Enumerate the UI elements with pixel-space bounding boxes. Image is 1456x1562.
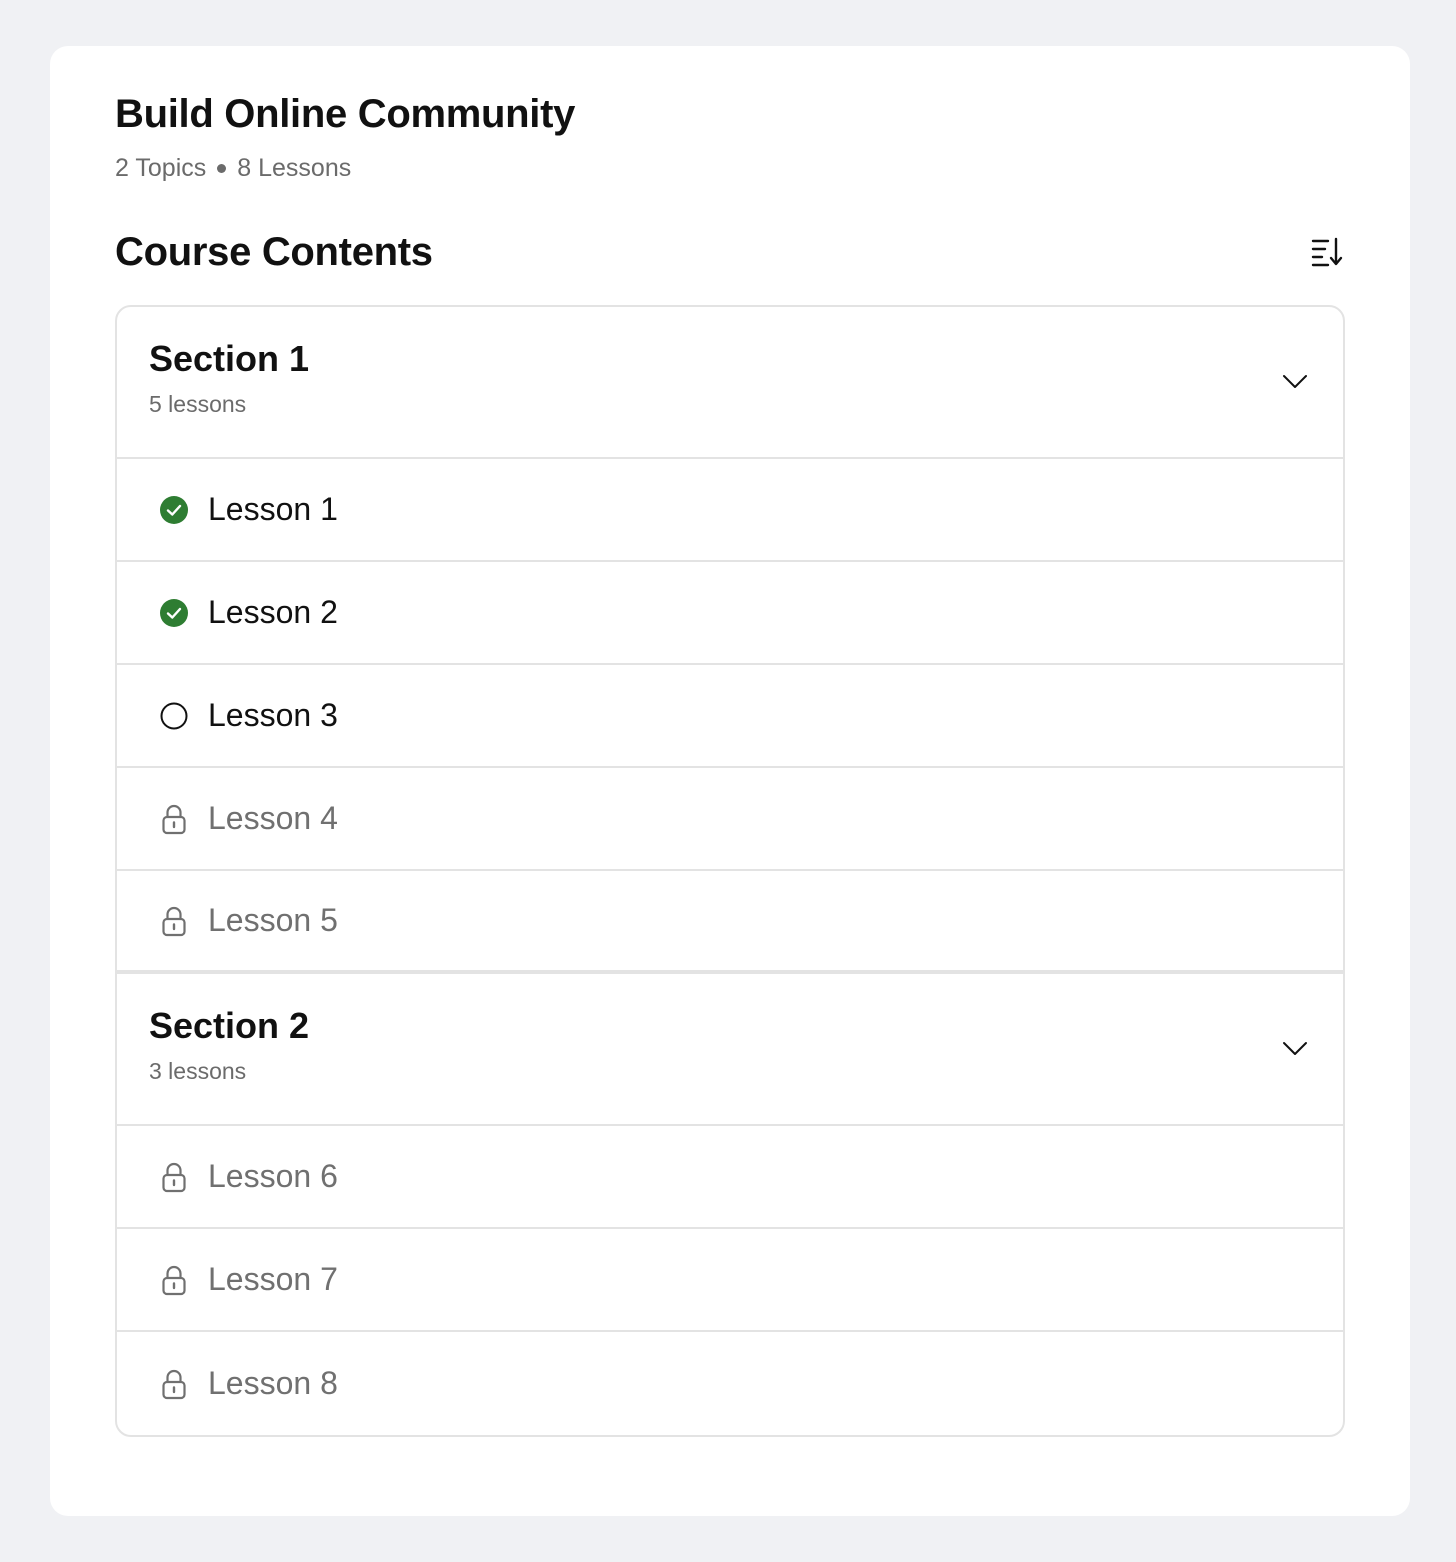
lessons-count: 8 Lessons — [237, 154, 352, 182]
course-meta: 2 Topics 8 Lessons — [115, 152, 351, 184]
lesson-row-5[interactable]: Lesson 5 — [117, 871, 1343, 974]
course-title: Build Online Community — [115, 92, 576, 136]
lesson-row-3[interactable]: Lesson 3 — [117, 665, 1343, 768]
lesson-row-8[interactable]: Lesson 8 — [117, 1332, 1343, 1435]
course-accordion: Section 1 5 lessons Lesson 1 Lesson 2 Le… — [115, 305, 1345, 1437]
contents-header: Course Contents — [115, 224, 1345, 280]
section-title: Section 1 — [149, 338, 310, 379]
section-lesson-count: 3 lessons — [149, 1058, 247, 1084]
lock-icon — [160, 1162, 188, 1192]
separator-dot — [217, 163, 227, 173]
lesson-label: Lesson 1 — [208, 491, 338, 527]
lock-icon — [160, 1265, 188, 1295]
lesson-row-1[interactable]: Lesson 1 — [117, 459, 1343, 562]
check-circle-icon — [160, 598, 188, 627]
lesson-label: Lesson 7 — [208, 1261, 338, 1297]
lock-icon — [160, 1369, 188, 1399]
contents-title: Course Contents — [115, 229, 433, 274]
chevron-down-icon — [1283, 375, 1307, 388]
course-card: Build Online Community 2 Topics 8 Lesson… — [50, 46, 1410, 1516]
lesson-row-2[interactable]: Lesson 2 — [117, 562, 1343, 665]
lesson-row-6[interactable]: Lesson 6 — [117, 1126, 1343, 1229]
lesson-label: Lesson 2 — [208, 594, 338, 630]
lesson-label: Lesson 6 — [208, 1158, 338, 1194]
topics-count: 2 Topics — [115, 154, 207, 182]
lock-icon — [160, 906, 188, 936]
section-lesson-count: 5 lessons — [149, 391, 247, 417]
lesson-row-7[interactable]: Lesson 7 — [117, 1229, 1343, 1332]
check-circle-icon — [160, 495, 188, 524]
lock-icon — [160, 804, 188, 834]
section-title: Section 2 — [149, 1005, 310, 1046]
lesson-label: Lesson 4 — [208, 800, 338, 836]
chevron-down-icon — [1283, 1042, 1307, 1055]
sort-descending-icon — [1311, 237, 1343, 267]
empty-circle-icon — [160, 702, 188, 730]
lesson-row-4[interactable]: Lesson 4 — [117, 768, 1343, 871]
sort-button[interactable] — [1309, 234, 1345, 270]
section-header-2[interactable]: Section 2 3 lessons — [117, 974, 1343, 1126]
lesson-label: Lesson 8 — [208, 1365, 338, 1401]
lesson-label: Lesson 3 — [208, 697, 338, 733]
section-header-1[interactable]: Section 1 5 lessons — [117, 307, 1343, 459]
lesson-label: Lesson 5 — [208, 902, 338, 938]
